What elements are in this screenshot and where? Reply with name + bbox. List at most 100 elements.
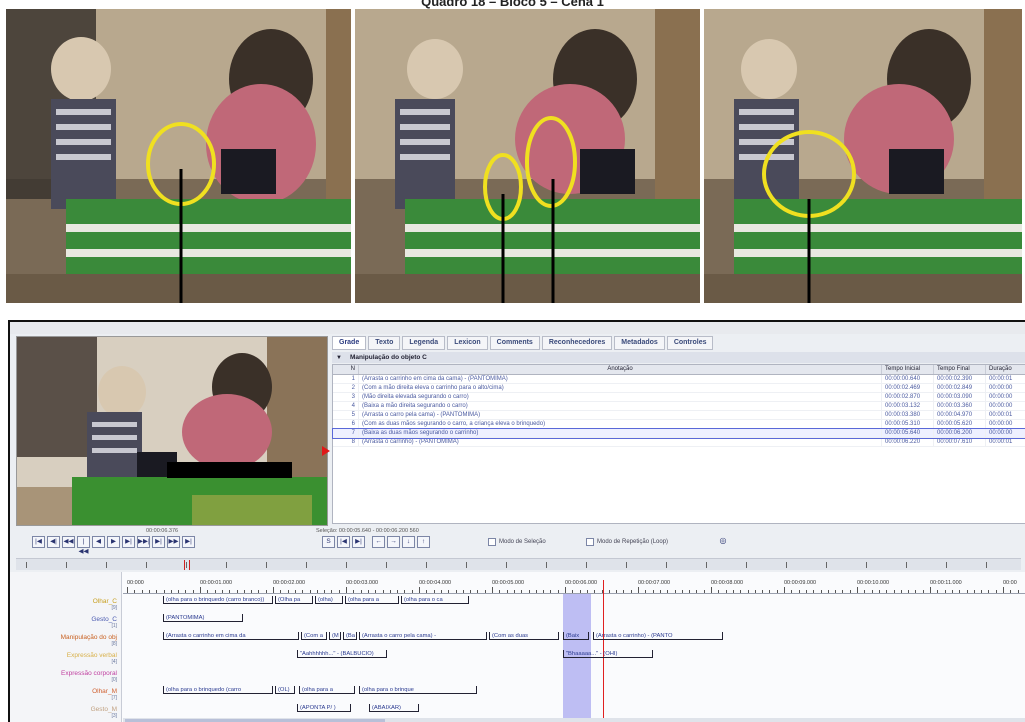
grid-row[interactable]: 6 (Com as duas mãos segurando o carro, a … bbox=[333, 420, 1025, 429]
checkbox-box[interactable] bbox=[488, 538, 496, 546]
tier-selector[interactable]: ▼ Manipulação do objeto C bbox=[332, 352, 1025, 363]
annotation-segment[interactable]: (olha para o brinque bbox=[359, 686, 477, 694]
control-button[interactable]: ▶ bbox=[107, 536, 120, 548]
control-button[interactable]: ← bbox=[372, 536, 385, 548]
header-end-time[interactable]: Tempo Final bbox=[934, 365, 986, 374]
header-duration[interactable]: Duração bbox=[986, 365, 1025, 374]
grid-cell-n: 6 bbox=[333, 420, 359, 428]
ruler-tick bbox=[477, 590, 479, 593]
annotation-segment[interactable]: (Olha pa bbox=[275, 596, 313, 604]
overview-ruler[interactable] bbox=[16, 558, 1021, 570]
tab-texto[interactable]: Texto bbox=[368, 336, 401, 350]
ruler-tick bbox=[1017, 590, 1019, 593]
dropdown-arrow-icon[interactable]: ▼ bbox=[336, 355, 342, 361]
annotation-segment[interactable]: (Arrasta o carrinho) - (PANTO bbox=[593, 632, 723, 640]
overview-tick bbox=[826, 562, 827, 568]
ruler-tick bbox=[579, 590, 581, 593]
grid-row[interactable]: 7 (Baixa as duas mãos segurando o carrinh… bbox=[332, 428, 1025, 439]
ruler-tick bbox=[338, 590, 340, 593]
control-button[interactable]: ↑ bbox=[417, 536, 430, 548]
tier-name-0[interactable]: Olhar_C [9] bbox=[93, 598, 117, 611]
tier-name-3[interactable]: Expressão verbal [4] bbox=[67, 652, 117, 665]
tab-reconhecedores[interactable]: Reconhecedores bbox=[541, 336, 613, 350]
control-button[interactable]: S bbox=[322, 536, 335, 548]
annotation-segment[interactable]: (olha para o ca bbox=[401, 596, 469, 604]
control-button[interactable]: |◀ bbox=[337, 536, 350, 548]
control-button[interactable]: ↓ bbox=[402, 536, 415, 548]
annotation-segment[interactable]: (Arrasta o carrinho em cima da bbox=[163, 632, 299, 640]
annotation-segment[interactable]: (olha para o brinquedo (carro bbox=[163, 686, 273, 694]
control-button[interactable]: → bbox=[387, 536, 400, 548]
annotation-segment[interactable]: (PANTOMIMA) bbox=[163, 614, 243, 622]
annotation-segment[interactable]: (olha) bbox=[315, 596, 343, 604]
grid-cell-ann: (Arrasta o carro pela cama) - (PANTOMIMA… bbox=[359, 411, 882, 419]
grid-cell-t2: 00:00:06.200 bbox=[934, 429, 986, 437]
annotation-segment[interactable]: "Bhaaaaa..." - (OHI) bbox=[563, 650, 653, 658]
time-ruler[interactable]: 00:000 00:00:01.000 00:00:02.000 00:00:03.0… bbox=[123, 580, 1025, 594]
grid-row[interactable]: 2 (Com a mão direita eleva o carrinho par… bbox=[333, 384, 1025, 393]
horizontal-scrollbar[interactable] bbox=[123, 718, 1025, 722]
ruler-label: 00:00:10.000 bbox=[857, 580, 890, 586]
overview-tick bbox=[506, 562, 507, 568]
annotation-segment[interactable]: (ABAIXAR) bbox=[369, 704, 419, 712]
tab-legenda[interactable]: Legenda bbox=[402, 336, 446, 350]
ruler-label: 00:00:04.000 bbox=[419, 580, 452, 586]
tier-name-4[interactable]: Expressão corporal [0] bbox=[61, 670, 117, 683]
annotation-segment[interactable]: (Ba bbox=[343, 632, 357, 640]
control-button[interactable]: ▶▶ bbox=[167, 536, 180, 548]
annotation-segment[interactable]: (APONTA P/ ) bbox=[297, 704, 351, 712]
control-button[interactable]: |◀◀ bbox=[77, 536, 90, 555]
control-button[interactable]: ▶| bbox=[352, 536, 365, 548]
annotation-segment[interactable]: (Com as duas bbox=[489, 632, 559, 640]
tier-name-1[interactable]: Gesto_C [1] bbox=[91, 616, 117, 629]
timeline-area[interactable]: 00:000 00:00:01.000 00:00:02.000 00:00:03.0… bbox=[123, 572, 1025, 722]
annotation-segment[interactable]: (M bbox=[329, 632, 341, 640]
annotation-segment[interactable]: (Arrasta o carro pela cama) - bbox=[359, 632, 487, 640]
grid-row[interactable]: 5 (Arrasta o carro pela cama) - (PANTOMIM… bbox=[333, 411, 1025, 420]
annotation-segment[interactable]: (Baix bbox=[563, 632, 589, 640]
grid-row[interactable]: 8 (Arrasta o carrinho) - (PANTOMIMA) 00:00… bbox=[333, 438, 1025, 447]
control-button[interactable]: |◀ bbox=[32, 536, 45, 548]
overview-tick bbox=[546, 562, 547, 568]
control-button[interactable]: ◀| bbox=[47, 536, 60, 548]
overview-playhead[interactable] bbox=[184, 560, 190, 570]
tab-metadados[interactable]: Metadados bbox=[614, 336, 665, 350]
header-start-time[interactable]: Tempo Inicial bbox=[882, 365, 934, 374]
grid-row[interactable]: 4 (Baixa a mão direita segurando o carro)… bbox=[333, 402, 1025, 411]
ruler-tick bbox=[827, 590, 829, 593]
selection-mode-checkbox[interactable]: Modo de Seleção bbox=[488, 538, 546, 546]
annotation-segment[interactable]: (olha para a bbox=[299, 686, 355, 694]
header-n[interactable]: N bbox=[333, 365, 359, 374]
control-button[interactable]: ◀ bbox=[92, 536, 105, 548]
tier-name-6[interactable]: Gesto_M [3] bbox=[91, 706, 117, 719]
tab-comments[interactable]: Comments bbox=[489, 336, 540, 350]
tab-controles[interactable]: Controles bbox=[666, 336, 714, 350]
checkbox-box[interactable] bbox=[586, 538, 594, 546]
header-annotation[interactable]: Anotação bbox=[359, 365, 882, 374]
tier-name-2[interactable]: Manipulação do obj [8] bbox=[61, 634, 117, 647]
tier-name-5[interactable]: Olhar_M [7] bbox=[92, 688, 117, 701]
control-button[interactable]: ▶| bbox=[122, 536, 135, 548]
loop-mode-checkbox[interactable]: Modo de Repetição (Loop) bbox=[586, 538, 668, 546]
control-button[interactable]: ▶▶| bbox=[137, 536, 150, 548]
tab-grade[interactable]: Grade bbox=[332, 336, 367, 350]
grid-row[interactable]: 1 (Arrasta o carrinho em cima da cama) - … bbox=[333, 375, 1025, 384]
control-button[interactable]: ▶| bbox=[182, 536, 195, 548]
ruler-tick bbox=[294, 590, 296, 593]
figure-caption: Quadro 18 – Bloco 5 – Cena 1 bbox=[421, 0, 604, 9]
control-button[interactable]: ▶| bbox=[152, 536, 165, 548]
control-button[interactable]: ◀◀ bbox=[62, 536, 75, 548]
tab-lexicon[interactable]: Lexicon bbox=[447, 336, 488, 350]
grid-cell-d: 00:00:00 bbox=[986, 402, 1025, 410]
annotation-segment[interactable]: (OL) bbox=[275, 686, 295, 694]
ruler-tick bbox=[382, 590, 384, 593]
annotation-segment[interactable]: (olha para a bbox=[345, 596, 399, 604]
ruler-tick bbox=[127, 587, 128, 593]
annotation-segment[interactable]: (Com a bbox=[301, 632, 327, 640]
annotation-segment[interactable]: (olha para o brinquedo (carro branco)) bbox=[163, 596, 273, 604]
ruler-tick bbox=[426, 590, 428, 593]
ruler-tick bbox=[316, 590, 318, 593]
annotation-segment[interactable]: "Aahhhhhh..." - (BALBUCIO) bbox=[297, 650, 387, 658]
speaker-icon[interactable]: ◎ bbox=[716, 536, 730, 548]
grid-row[interactable]: 3 (Mão direita elevada segurando o carro)… bbox=[333, 393, 1025, 402]
